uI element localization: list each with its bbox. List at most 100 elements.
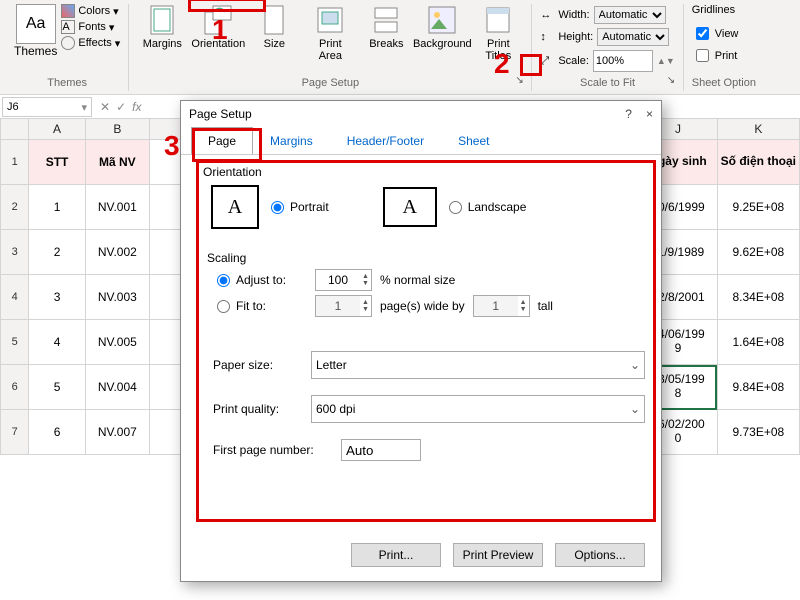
cancel-icon[interactable]: ✕ <box>100 100 110 114</box>
dialog-title: Page Setup <box>189 107 252 121</box>
cell[interactable]: NV.005 <box>85 320 149 365</box>
row-header[interactable]: 4 <box>1 275 29 320</box>
row-header[interactable]: 7 <box>1 410 29 455</box>
cell[interactable]: STT <box>29 140 85 185</box>
tab-margins[interactable]: Margins <box>253 127 330 154</box>
scale-input[interactable] <box>593 50 653 72</box>
col-header-k[interactable]: K <box>717 119 799 140</box>
print-area-button[interactable]: Print Area <box>305 4 355 62</box>
cell[interactable]: Mã NV <box>85 140 149 185</box>
print-quality-label: Print quality: <box>213 402 303 416</box>
tab-page[interactable]: Page <box>191 127 253 154</box>
scaling-title: Scaling <box>207 251 645 265</box>
cell[interactable]: NV.004 <box>85 365 149 410</box>
view-checkbox[interactable]: View <box>692 24 739 43</box>
annotation-2: 2 <box>494 48 510 80</box>
cell[interactable]: 4 <box>29 320 85 365</box>
ribbon-group-scale: ↔Width:Automatic ↕Height:Automatic ⤢Scal… <box>532 4 683 91</box>
margins-icon <box>146 4 178 36</box>
print-button[interactable]: Print... <box>351 543 441 567</box>
height-icon: ↕ <box>540 31 554 43</box>
cell[interactable]: 5 <box>29 365 85 410</box>
select-all[interactable] <box>1 119 29 140</box>
print-preview-button[interactable]: Print Preview <box>453 543 543 567</box>
row-header[interactable]: 5 <box>1 320 29 365</box>
page-setup-dialog-launcher[interactable]: ↘ <box>515 75 529 89</box>
cell[interactable]: 9.73E+08 <box>717 410 799 455</box>
portrait-icon: A <box>211 185 259 229</box>
row-header[interactable]: 2 <box>1 185 29 230</box>
effects-icon <box>61 36 75 50</box>
page-setup-group-label: Page Setup <box>137 77 523 89</box>
first-page-input[interactable] <box>341 439 421 461</box>
print-quality-select[interactable]: 600 dpi⌄ <box>311 395 645 423</box>
landscape-icon: A <box>383 187 437 227</box>
themes-group-label: Themes <box>14 77 120 89</box>
print-checkbox[interactable]: Print <box>692 46 739 65</box>
landscape-radio[interactable]: Landscape <box>449 200 527 214</box>
col-header-b[interactable]: B <box>85 119 149 140</box>
chevron-down-icon: ⌄ <box>630 358 640 372</box>
portrait-radio[interactable]: Portrait <box>271 200 329 214</box>
cell[interactable]: Số điện thoại <box>717 140 799 185</box>
fit-width-spinner[interactable]: ▲▼ <box>315 295 372 317</box>
dialog-help-button[interactable]: ? <box>625 107 632 121</box>
fonts-button[interactable]: AFonts ▾ <box>61 20 120 34</box>
name-box[interactable]: J6▾ <box>2 97 92 117</box>
cell[interactable]: 9.62E+08 <box>717 230 799 275</box>
tab-header-footer[interactable]: Header/Footer <box>330 127 441 154</box>
cell[interactable]: 8.34E+08 <box>717 275 799 320</box>
effects-button[interactable]: Effects ▾ <box>61 36 120 50</box>
colors-icon <box>61 4 75 18</box>
height-select[interactable]: Automatic <box>597 28 669 46</box>
cell[interactable]: 1 <box>29 185 85 230</box>
row-header[interactable]: 1 <box>1 140 29 185</box>
fit-height-spinner[interactable]: ▲▼ <box>473 295 530 317</box>
cell[interactable]: 9.84E+08 <box>717 365 799 410</box>
width-select[interactable]: Automatic <box>594 6 666 24</box>
themes-icon: Aa <box>16 4 56 44</box>
cell[interactable]: 6 <box>29 410 85 455</box>
row-header[interactable]: 6 <box>1 365 29 410</box>
size-icon <box>258 4 290 36</box>
breaks-button[interactable]: Breaks <box>361 4 411 50</box>
cell[interactable]: NV.007 <box>85 410 149 455</box>
cell[interactable]: NV.002 <box>85 230 149 275</box>
ribbon: Aa Themes Colors ▾ AFonts ▾ Effects ▾ Th… <box>0 0 800 95</box>
scale-group-label: Scale to Fit <box>540 77 674 89</box>
dialog-body: Orientation A Portrait A Landscape Scali… <box>181 155 661 535</box>
cell[interactable]: 1.64E+08 <box>717 320 799 365</box>
cell[interactable]: NV.001 <box>85 185 149 230</box>
orientation-title: Orientation <box>203 165 645 179</box>
page-setup-dialog: Page Setup ? × Page Margins Header/Foote… <box>180 100 662 582</box>
breaks-icon <box>370 4 402 36</box>
cell[interactable]: 3 <box>29 275 85 320</box>
cell[interactable]: 9.25E+08 <box>717 185 799 230</box>
print-area-icon <box>314 4 346 36</box>
dialog-close-button[interactable]: × <box>646 107 653 121</box>
background-button[interactable]: Background <box>417 4 467 50</box>
adjust-spinner[interactable]: ▲▼ <box>315 269 372 291</box>
tab-sheet[interactable]: Sheet <box>441 127 506 154</box>
adjust-to-radio[interactable]: Adjust to: <box>217 273 307 287</box>
scale-icon: ⤢ <box>540 55 554 68</box>
margins-button[interactable]: Margins <box>137 4 187 50</box>
row-header[interactable]: 3 <box>1 230 29 275</box>
width-icon: ↔ <box>540 9 554 21</box>
enter-icon[interactable]: ✓ <box>116 100 126 114</box>
ribbon-group-sheet-options: Gridlines View Print Sheet Option <box>684 4 764 91</box>
options-button[interactable]: Options... <box>555 543 645 567</box>
fx-icon[interactable]: fx <box>132 100 141 114</box>
annotation-1: 1 <box>212 14 228 46</box>
themes-label: Themes <box>14 44 57 58</box>
col-header-a[interactable]: A <box>29 119 85 140</box>
paper-size-select[interactable]: Letter⌄ <box>311 351 645 379</box>
cell[interactable]: 2 <box>29 230 85 275</box>
cell[interactable]: NV.003 <box>85 275 149 320</box>
themes-button[interactable]: Aa Themes <box>14 4 57 58</box>
ribbon-group-page-setup: Margins Orientation Size Print Area Brea… <box>129 4 532 91</box>
colors-button[interactable]: Colors ▾ <box>61 4 120 18</box>
fit-to-radio[interactable]: Fit to: <box>217 299 307 313</box>
scale-dialog-launcher[interactable]: ↘ <box>667 75 681 89</box>
size-button[interactable]: Size <box>249 4 299 50</box>
